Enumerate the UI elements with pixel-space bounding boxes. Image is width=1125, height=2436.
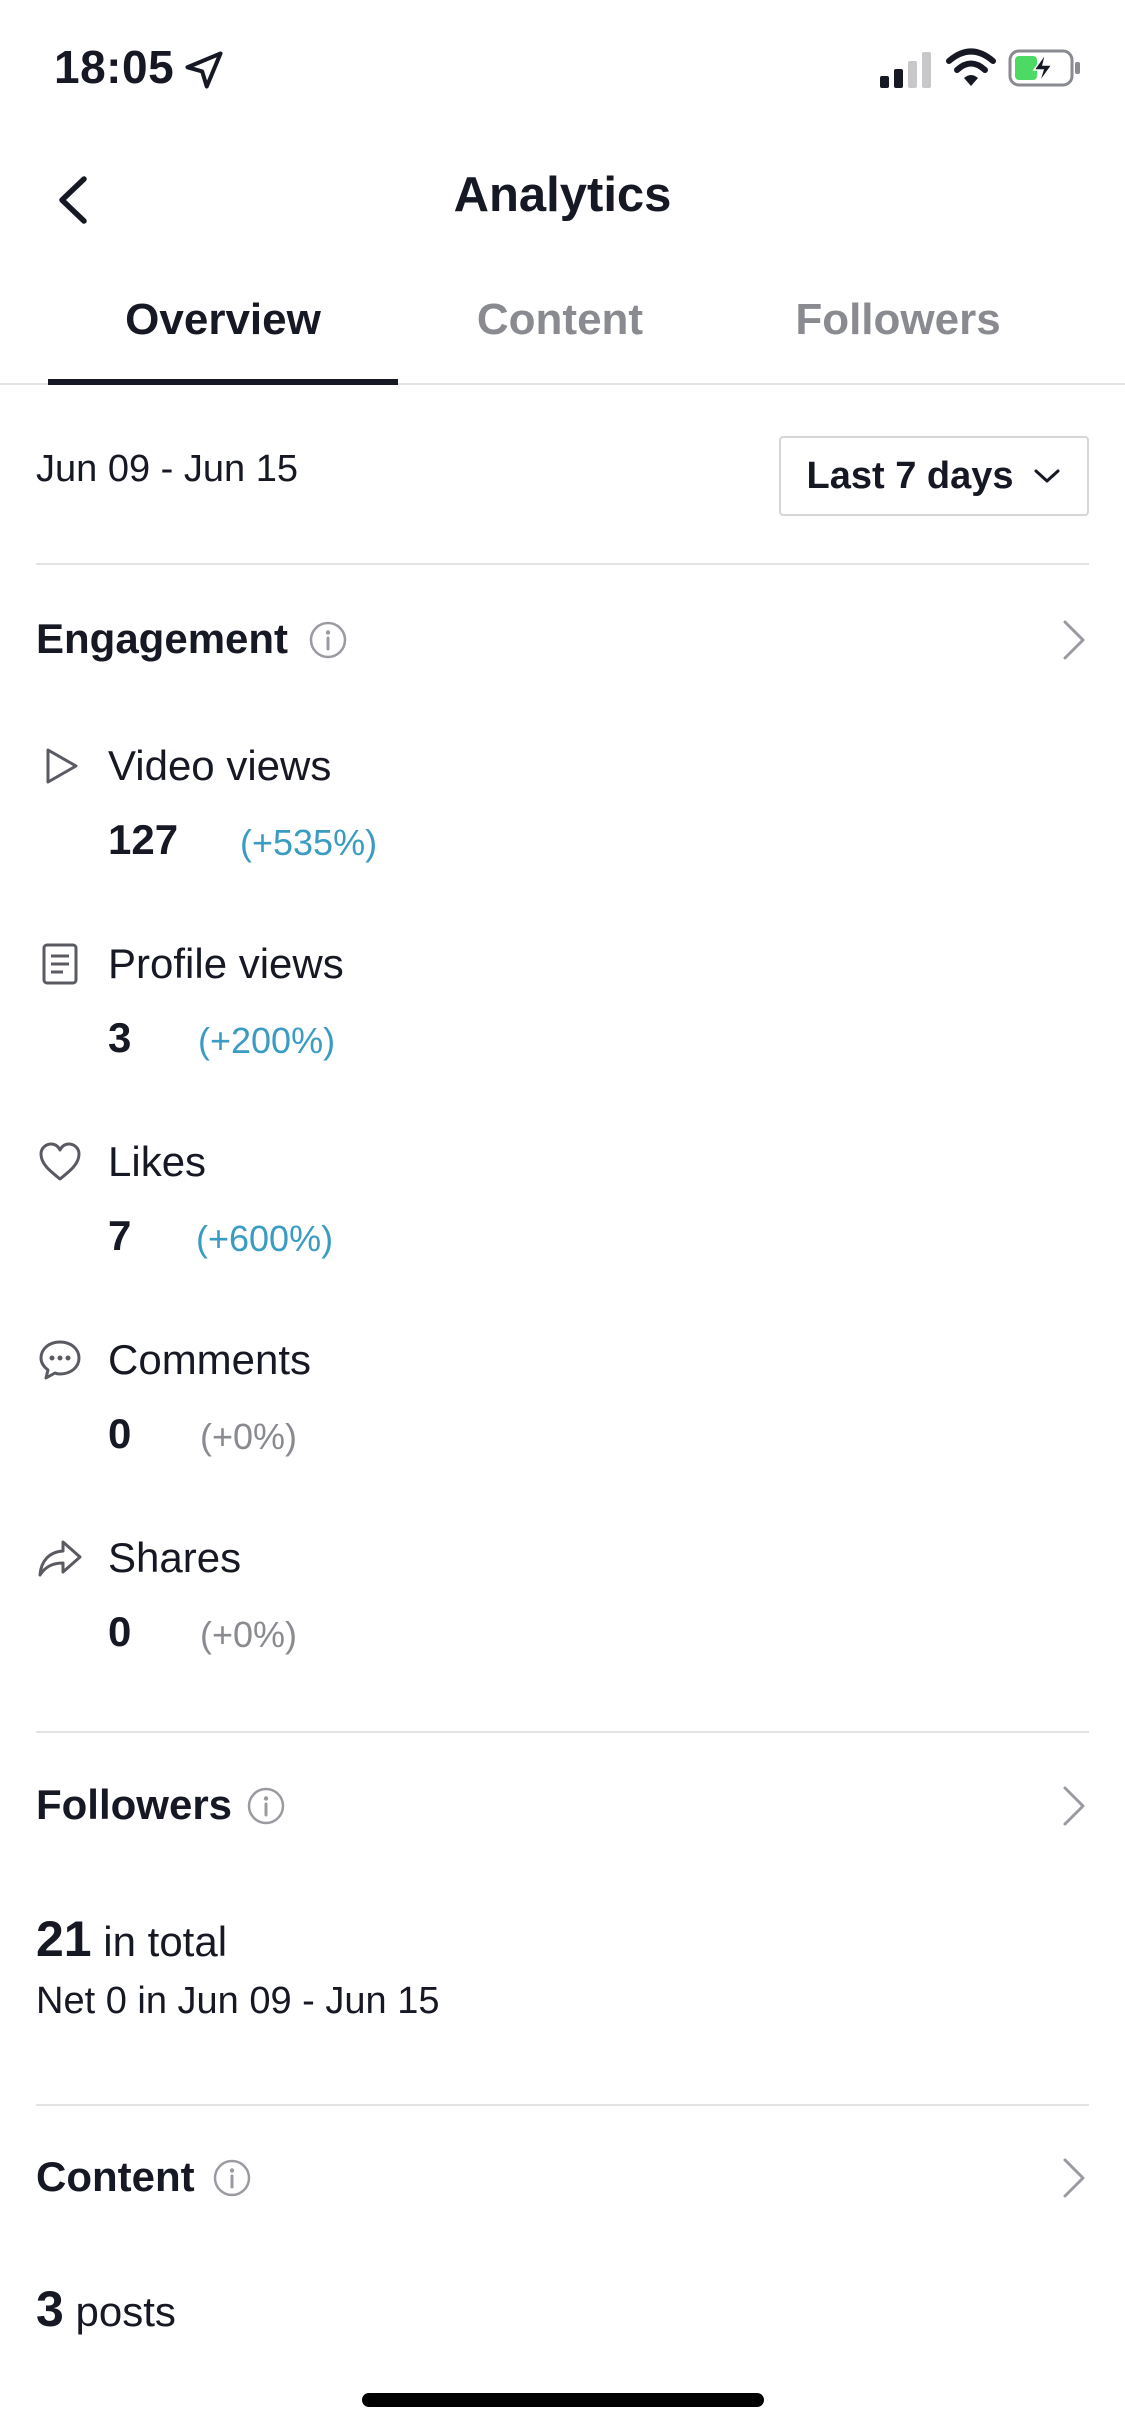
chevron-down-icon [1034,469,1059,483]
play-icon [46,748,78,784]
tab-overview[interactable]: Overview [48,295,398,345]
info-icon[interactable] [246,1786,286,1826]
metric-label: Comments [108,1336,312,1383]
content-title: Content [36,2153,195,2200]
engagement-section-header[interactable]: Engagement [36,600,1089,680]
content-posts: 3 posts [36,2280,176,2338]
battery-charging-icon [1008,49,1080,87]
status-bar: 18:05 [0,0,1125,135]
status-time: 18:05 [54,41,175,93]
metric-change: (+600%) [196,1218,334,1259]
metric-shares: Shares 0 (+0%) [36,1534,1089,1714]
date-range-text: Jun 09 - Jun 15 [36,448,298,490]
chevron-right-icon [1063,2158,1085,2198]
engagement-title: Engagement [36,615,289,662]
location-arrow-icon [185,51,223,89]
comment-icon [39,1340,81,1380]
metric-change: (+200%) [198,1020,336,1061]
metric-label: Likes [108,1138,207,1185]
followers-net: Net 0 in Jun 09 - Jun 15 [36,1980,440,2022]
posts-count: 3 [36,2281,64,2337]
followers-total-suffix: in total [91,1918,228,1965]
metric-likes: Likes 7 (+600%) [36,1138,1089,1318]
metric-value: 7 [108,1212,132,1259]
metric-value: 3 [108,1014,132,1061]
section-divider [36,1731,1089,1733]
metric-profile-views: Profile views 3 (+200%) [36,940,1089,1120]
metric-change: (+535%) [240,822,378,863]
navigation-bar: Analytics [0,135,1125,265]
metric-value: 0 [108,1608,132,1655]
cellular-signal-icon [880,52,931,88]
metric-value: 127 [108,816,179,863]
chevron-right-icon [1063,620,1085,660]
metric-value: 0 [108,1410,132,1457]
content-section-header[interactable]: Content [36,2138,1089,2218]
metric-change: (+0%) [200,1416,298,1457]
home-indicator[interactable] [362,2393,764,2407]
tab-bar: Overview Content Followers [0,265,1125,385]
date-range-dropdown[interactable]: Last 7 days [779,436,1089,516]
date-range-dropdown-label: Last 7 days [806,454,1014,497]
chevron-right-icon [1063,1786,1085,1826]
section-divider [36,2104,1089,2106]
tab-followers[interactable]: Followers [723,295,1073,345]
heart-icon [39,1142,81,1181]
info-icon[interactable] [212,2158,252,2198]
posts-suffix: posts [63,2288,176,2335]
followers-title: Followers [36,1781,233,1828]
info-icon[interactable] [308,620,348,660]
profile-icon [42,943,78,985]
followers-total: 21 in total [36,1910,227,1968]
metric-video-views: Video views 127 (+535%) [36,742,1089,922]
followers-section-header[interactable]: Followers [36,1766,1089,1846]
metric-label: Video views [108,742,332,789]
page-title: Analytics [453,168,672,222]
metric-comments: Comments 0 (+0%) [36,1336,1089,1516]
tab-content[interactable]: Content [385,295,735,345]
metric-change: (+0%) [200,1614,298,1655]
date-range-row: Jun 09 - Jun 15 Last 7 days [36,385,1089,565]
share-icon [38,1540,82,1577]
followers-total-count: 21 [36,1911,92,1967]
metric-label: Profile views [108,940,344,987]
wifi-icon [946,48,996,86]
metric-label: Shares [108,1534,242,1581]
